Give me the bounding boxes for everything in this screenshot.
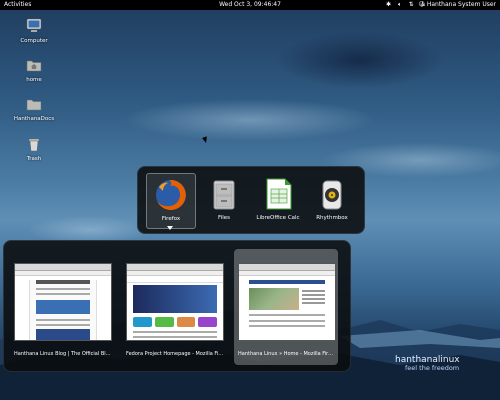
user-menu[interactable]: ☺ Hanthana System User [419, 0, 496, 10]
user-name: Hanthana System User [426, 1, 496, 8]
window-title: Hanthana Linux » Home - Mozilla Firefox [238, 351, 336, 357]
firefox-icon [156, 180, 186, 210]
top-panel: Activities Wed Oct 3, 09:46:47 ✱ 🔈︎ ⇅ ♿︎… [0, 0, 500, 10]
desktop-icon-label: Computer [20, 38, 48, 44]
trash-icon [28, 138, 40, 152]
desktop-icon-label: Trash [26, 156, 42, 162]
computer-icon [26, 18, 42, 32]
window-title: Fedora Project Homepage - Mozilla Firefo… [126, 351, 224, 357]
network-icon[interactable]: ⇅ [409, 0, 414, 10]
app-label: Firefox [161, 216, 181, 222]
bluetooth-icon[interactable]: ✱ [386, 0, 391, 10]
volume-icon[interactable]: 🔈︎ [398, 0, 402, 10]
home-folder-icon [26, 60, 42, 72]
app-label: Files [217, 215, 231, 221]
window-thumbnail [238, 263, 336, 341]
desktop-icon-label: home [26, 77, 42, 83]
user-icon: ☺ [418, 1, 425, 8]
calc-icon [266, 178, 292, 210]
app-label: LibreOffice Calc [256, 215, 300, 221]
window-preview-hanthana-home[interactable]: Hanthana Linux » Home - Mozilla Firefox [234, 249, 338, 365]
files-icon [213, 180, 235, 210]
switcher-app-rhythmbox[interactable]: Rhythmbox [308, 173, 356, 227]
hanthana-logo: hanthanalinux feel the freedom [395, 355, 460, 372]
window-preview-blog[interactable]: Hanthana Linux Blog | The Official Blog … [10, 249, 114, 365]
window-thumbnail [126, 263, 224, 341]
desktop-icon-hanthanadocs[interactable]: HanthanaDocs [9, 96, 59, 122]
window-preview-fedora[interactable]: Fedora Project Homepage - Mozilla Firefo… [122, 249, 226, 365]
app-label: Rhythmbox [316, 215, 348, 221]
desktop-icon-computer[interactable]: Computer [9, 18, 59, 44]
logo-tagline: feel the freedom [405, 364, 460, 372]
window-switcher: Hanthana Linux Blog | The Official Blog … [3, 240, 351, 372]
window-title: Hanthana Linux Blog | The Official Blog … [14, 351, 112, 357]
switcher-app-libreoffice-calc[interactable]: LibreOffice Calc [254, 173, 302, 227]
switcher-app-files[interactable]: Files [200, 173, 248, 227]
app-switcher: Firefox Files LibreOffice Calc Rhythmbox [137, 166, 365, 234]
folder-icon [26, 99, 42, 111]
desktop-icon-label: HanthanaDocs [13, 116, 55, 122]
switcher-app-firefox[interactable]: Firefox [146, 173, 196, 229]
rhythmbox-icon [322, 180, 342, 210]
desktop-icon-trash[interactable]: Trash [9, 136, 59, 162]
window-thumbnail [14, 263, 112, 341]
desktop-icon-home[interactable]: home [9, 57, 59, 83]
selected-app-arrow-icon [167, 226, 173, 230]
